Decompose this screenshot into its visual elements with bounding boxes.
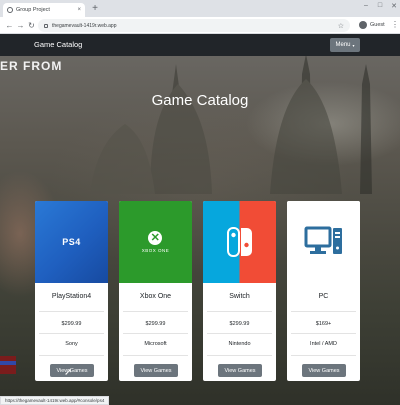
status-bar-url: https://thegamevault-1419r.web.app/#cons… [0,396,110,405]
card-title: Xbox One [139,293,172,300]
divider [123,333,188,334]
xbox-sphere-icon [148,231,163,245]
forward-button[interactable]: → [15,20,26,31]
background-banner [0,356,16,374]
browser-tabstrip: Group Project × + – □ ✕ [0,0,400,17]
pc-monitor-icon [304,226,342,254]
divider [39,311,104,312]
card-manufacturer: Microsoft [144,341,167,347]
divider [291,311,356,312]
mouse-cursor-icon: ➚ [64,367,73,378]
browser-menu-icon[interactable]: ⋮ [391,20,399,29]
reload-button[interactable]: ↻ [26,20,37,31]
card-price: $299.99 [145,321,166,327]
console-card-xbox: XBOX ONE Xbox One $299.99 Microsoft View… [119,201,192,381]
site-navbar: Game Catalog Menu ▾ [0,34,400,56]
divider [123,311,188,312]
card-manufacturer: Nintendo [228,341,251,347]
page-title: Game Catalog [151,92,249,109]
console-card-pc: PC $169+ Intel / AMD View Games [287,201,360,381]
divider [207,355,272,356]
view-games-button[interactable]: View Games [302,364,346,377]
divider [291,355,356,356]
desktop-computer-icon [287,201,360,283]
switch-joycon-icon [226,227,252,257]
divider [291,333,356,334]
divider [39,355,104,356]
caret-down-icon: ▾ [352,42,355,48]
tab-close-icon[interactable]: × [77,7,81,13]
divider [207,311,272,312]
tab-title: Group Project [16,7,50,13]
profile-button[interactable]: Guest [359,21,385,29]
nintendo-switch-logo-icon [203,201,276,283]
address-bar[interactable]: thegamevault-1419r.web.app ☆ [38,19,350,32]
window-close-button[interactable]: ✕ [388,2,400,10]
divider [207,333,272,334]
lock-icon [44,23,48,28]
globe-icon [7,7,13,13]
bookmark-star-icon[interactable]: ☆ [338,22,344,30]
card-manufacturer: Sony [65,341,78,347]
profile-label: Guest [370,22,385,28]
divider [123,355,188,356]
xbox-logo-icon: XBOX ONE [119,201,192,283]
playstation-logo-icon: PS4 [35,201,108,283]
console-card-ps4: PS4 PlayStation4 $299.99 Sony View Games [35,201,108,381]
card-price: $299.99 [61,321,82,327]
xbox-logo: XBOX ONE [142,231,170,253]
card-title: Switch [229,293,250,300]
console-card-switch: Switch $299.99 Nintendo View Games [203,201,276,381]
ps4-logo-text: PS4 [62,237,81,247]
card-price: $169+ [315,321,332,327]
divider [39,333,104,334]
card-title: PC [318,293,329,300]
xbox-logo-text: XBOX ONE [141,248,170,253]
menu-dropdown-button[interactable]: Menu ▾ [330,38,360,52]
navbar-brand[interactable]: Game Catalog [34,40,82,49]
back-button[interactable]: ← [4,20,15,31]
background-text: ER FROM [0,59,63,73]
browser-tab[interactable]: Group Project × [3,3,85,17]
card-price: $299.99 [229,321,250,327]
view-games-button[interactable]: View Games [218,364,262,377]
browser-toolbar: ← → ↻ thegamevault-1419r.web.app ☆ Guest… [0,17,400,34]
page-viewport: ER FROM Game Catalog Menu ▾ Game Catalog… [0,34,400,405]
menu-label: Menu [335,42,351,48]
new-tab-button[interactable]: + [89,3,101,15]
avatar-icon [359,21,367,29]
background-scenery [90,54,372,194]
card-title: PlayStation4 [51,293,92,300]
view-games-button[interactable]: View Games [134,364,178,377]
card-manufacturer: Intel / AMD [310,341,337,347]
window-minimize-button[interactable]: – [360,2,372,9]
window-maximize-button[interactable]: □ [374,2,386,9]
background-banner-stripe [0,361,16,365]
address-url: thegamevault-1419r.web.app [52,22,117,29]
